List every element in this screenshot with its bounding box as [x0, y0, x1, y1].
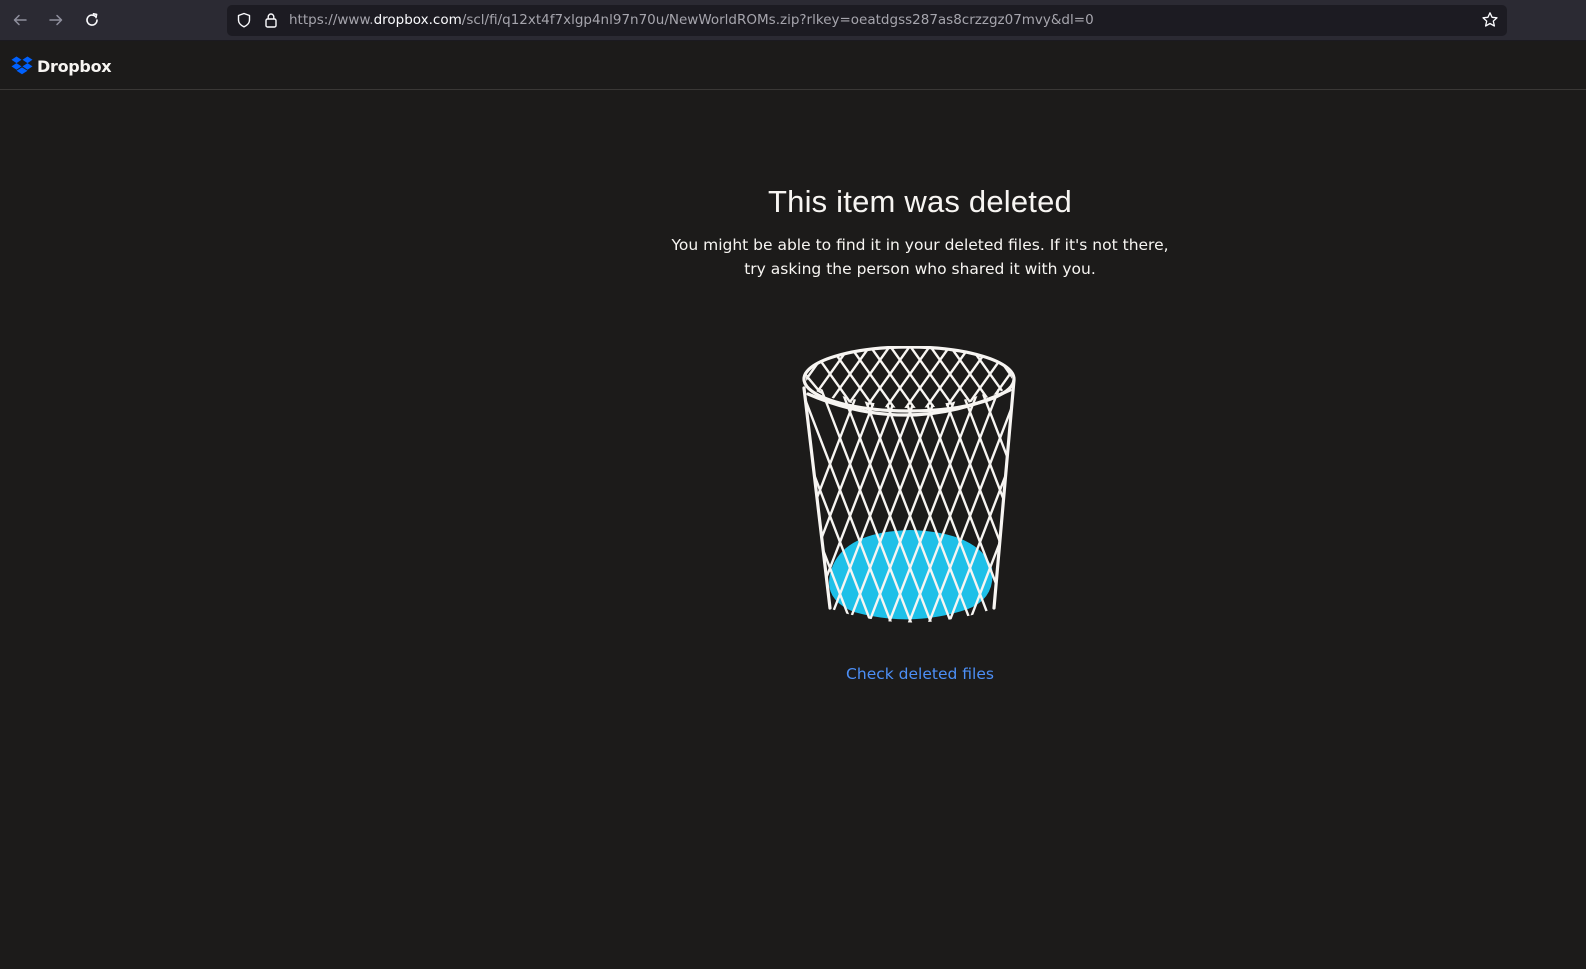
back-button[interactable]: [8, 8, 32, 32]
deleted-item-panel: This item was deleted You might be able …: [620, 180, 1220, 281]
app-header: Dropbox: [0, 41, 1586, 90]
browser-toolbar: https://www.dropbox.com/scl/fi/q12xt4f7x…: [0, 0, 1586, 41]
forward-arrow-icon: [49, 14, 63, 26]
deleted-message: You might be able to find it in your del…: [671, 236, 1169, 278]
url-text[interactable]: https://www.dropbox.com/scl/fi/q12xt4f7x…: [289, 12, 1094, 29]
forward-button[interactable]: [44, 8, 68, 32]
reload-button[interactable]: [80, 8, 104, 32]
back-arrow-icon: [13, 14, 27, 26]
dropbox-logo-icon: [11, 56, 33, 75]
dropbox-logo[interactable]: Dropbox: [11, 55, 112, 77]
lock-icon[interactable]: [263, 12, 279, 28]
url-prefix: https://www.: [289, 12, 374, 28]
reload-icon: [86, 13, 98, 26]
page-title: This item was deleted: [768, 184, 1072, 219]
url-domain: dropbox.com: [373, 12, 462, 28]
url-path: /scl/fi/q12xt4f7xlgp4nl97n70u/NewWorldRO…: [461, 12, 1094, 28]
trash-bin-illustration: [802, 346, 1016, 623]
address-bar[interactable]: https://www.dropbox.com/scl/fi/q12xt4f7x…: [227, 5, 1507, 36]
shield-icon[interactable]: [236, 12, 252, 28]
bookmark-star-icon[interactable]: [1481, 11, 1499, 29]
logo-text: Dropbox: [37, 56, 112, 76]
check-deleted-files-link[interactable]: Check deleted files: [820, 663, 1020, 685]
